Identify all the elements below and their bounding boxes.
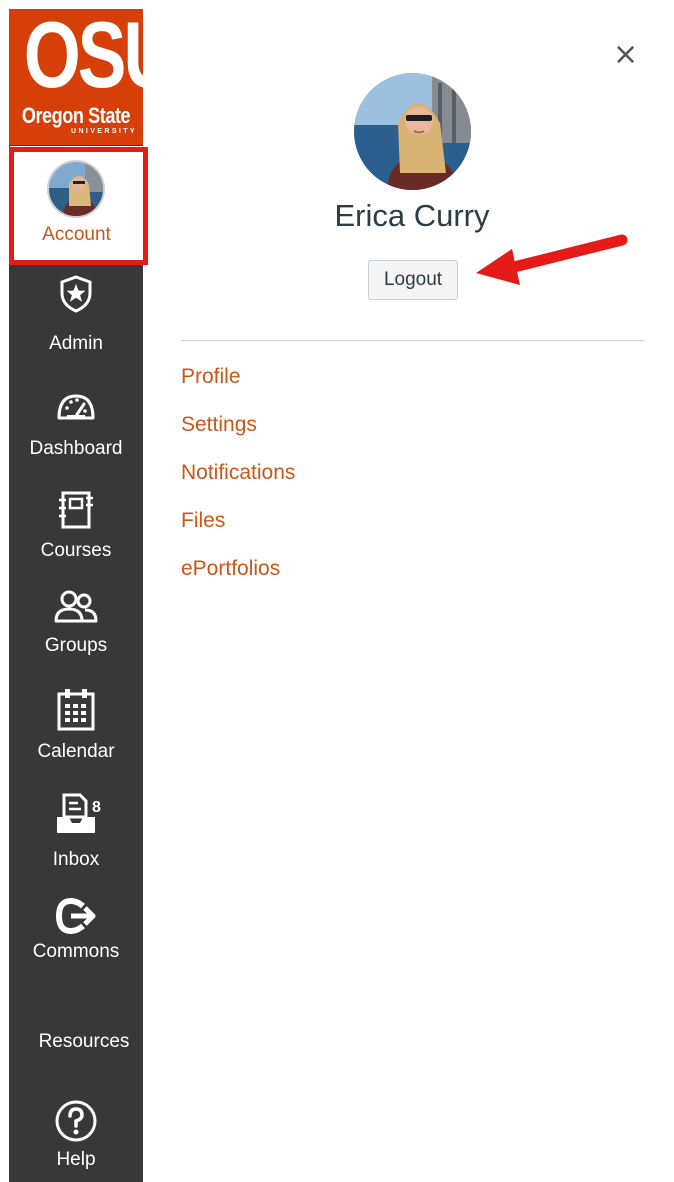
- nav-item-admin[interactable]: Admin: [9, 275, 143, 355]
- nav-item-commons[interactable]: Commons: [9, 897, 143, 963]
- profile-link[interactable]: Profile: [181, 365, 241, 389]
- inbox-unread-badge: 8: [92, 799, 101, 816]
- logo-university: UNIVERSITY: [70, 128, 137, 135]
- avatar: [47, 160, 105, 218]
- profile-photo: [354, 73, 471, 190]
- nav-item-label: Inbox: [52, 849, 100, 870]
- profile-avatar: [354, 73, 471, 190]
- avatar-photo: [49, 162, 103, 216]
- nav-item-resources[interactable]: Resources: [19, 1031, 149, 1053]
- speedometer-icon: [57, 394, 95, 420]
- nav-item-courses[interactable]: Courses: [9, 490, 143, 562]
- files-link[interactable]: Files: [181, 509, 225, 533]
- nav-item-label: Admin: [49, 333, 103, 354]
- logo-wordmark: OSU: [23, 9, 143, 107]
- nav-item-label: Resources: [38, 1031, 130, 1052]
- nav-item-label: Groups: [44, 635, 108, 656]
- osu-logo[interactable]: OSU Oregon State UNIVERSITY: [9, 9, 143, 145]
- red-arrow-icon: [476, 234, 628, 285]
- question-circle-icon: [55, 1100, 97, 1142]
- close-button[interactable]: ×: [613, 40, 638, 70]
- panel-divider: [181, 340, 644, 341]
- nav-item-label: Help: [56, 1149, 96, 1170]
- settings-link[interactable]: Settings: [181, 413, 257, 437]
- commons-arrow-icon: [55, 897, 96, 935]
- logout-button[interactable]: Logout: [368, 260, 458, 300]
- nav-item-label: Account: [42, 224, 111, 245]
- nav-item-groups[interactable]: Groups: [9, 587, 143, 657]
- eportfolios-link[interactable]: ePortfolios: [181, 557, 280, 581]
- nav-item-calendar[interactable]: Calendar: [9, 687, 143, 763]
- shield-star-icon: [60, 275, 92, 313]
- logo-subtitle: Oregon State: [21, 103, 131, 128]
- nav-item-dashboard[interactable]: Dashboard: [9, 390, 143, 460]
- notifications-link[interactable]: Notifications: [181, 461, 295, 485]
- nav-item-account[interactable]: Account: [10, 146, 143, 263]
- nav-item-label: Dashboard: [29, 438, 123, 459]
- nav-item-inbox[interactable]: 8 Inbox: [9, 791, 143, 871]
- notebook-icon: [59, 491, 93, 529]
- nav-item-label: Commons: [32, 941, 120, 962]
- nav-item-label: Courses: [40, 540, 112, 561]
- global-nav-sidebar: OSU Oregon State UNIVERSITY Account: [9, 9, 143, 1182]
- people-icon: [54, 590, 98, 623]
- calendar-icon: [57, 689, 95, 731]
- nav-item-label: Calendar: [37, 741, 115, 762]
- nav-item-help[interactable]: Help: [9, 1099, 143, 1171]
